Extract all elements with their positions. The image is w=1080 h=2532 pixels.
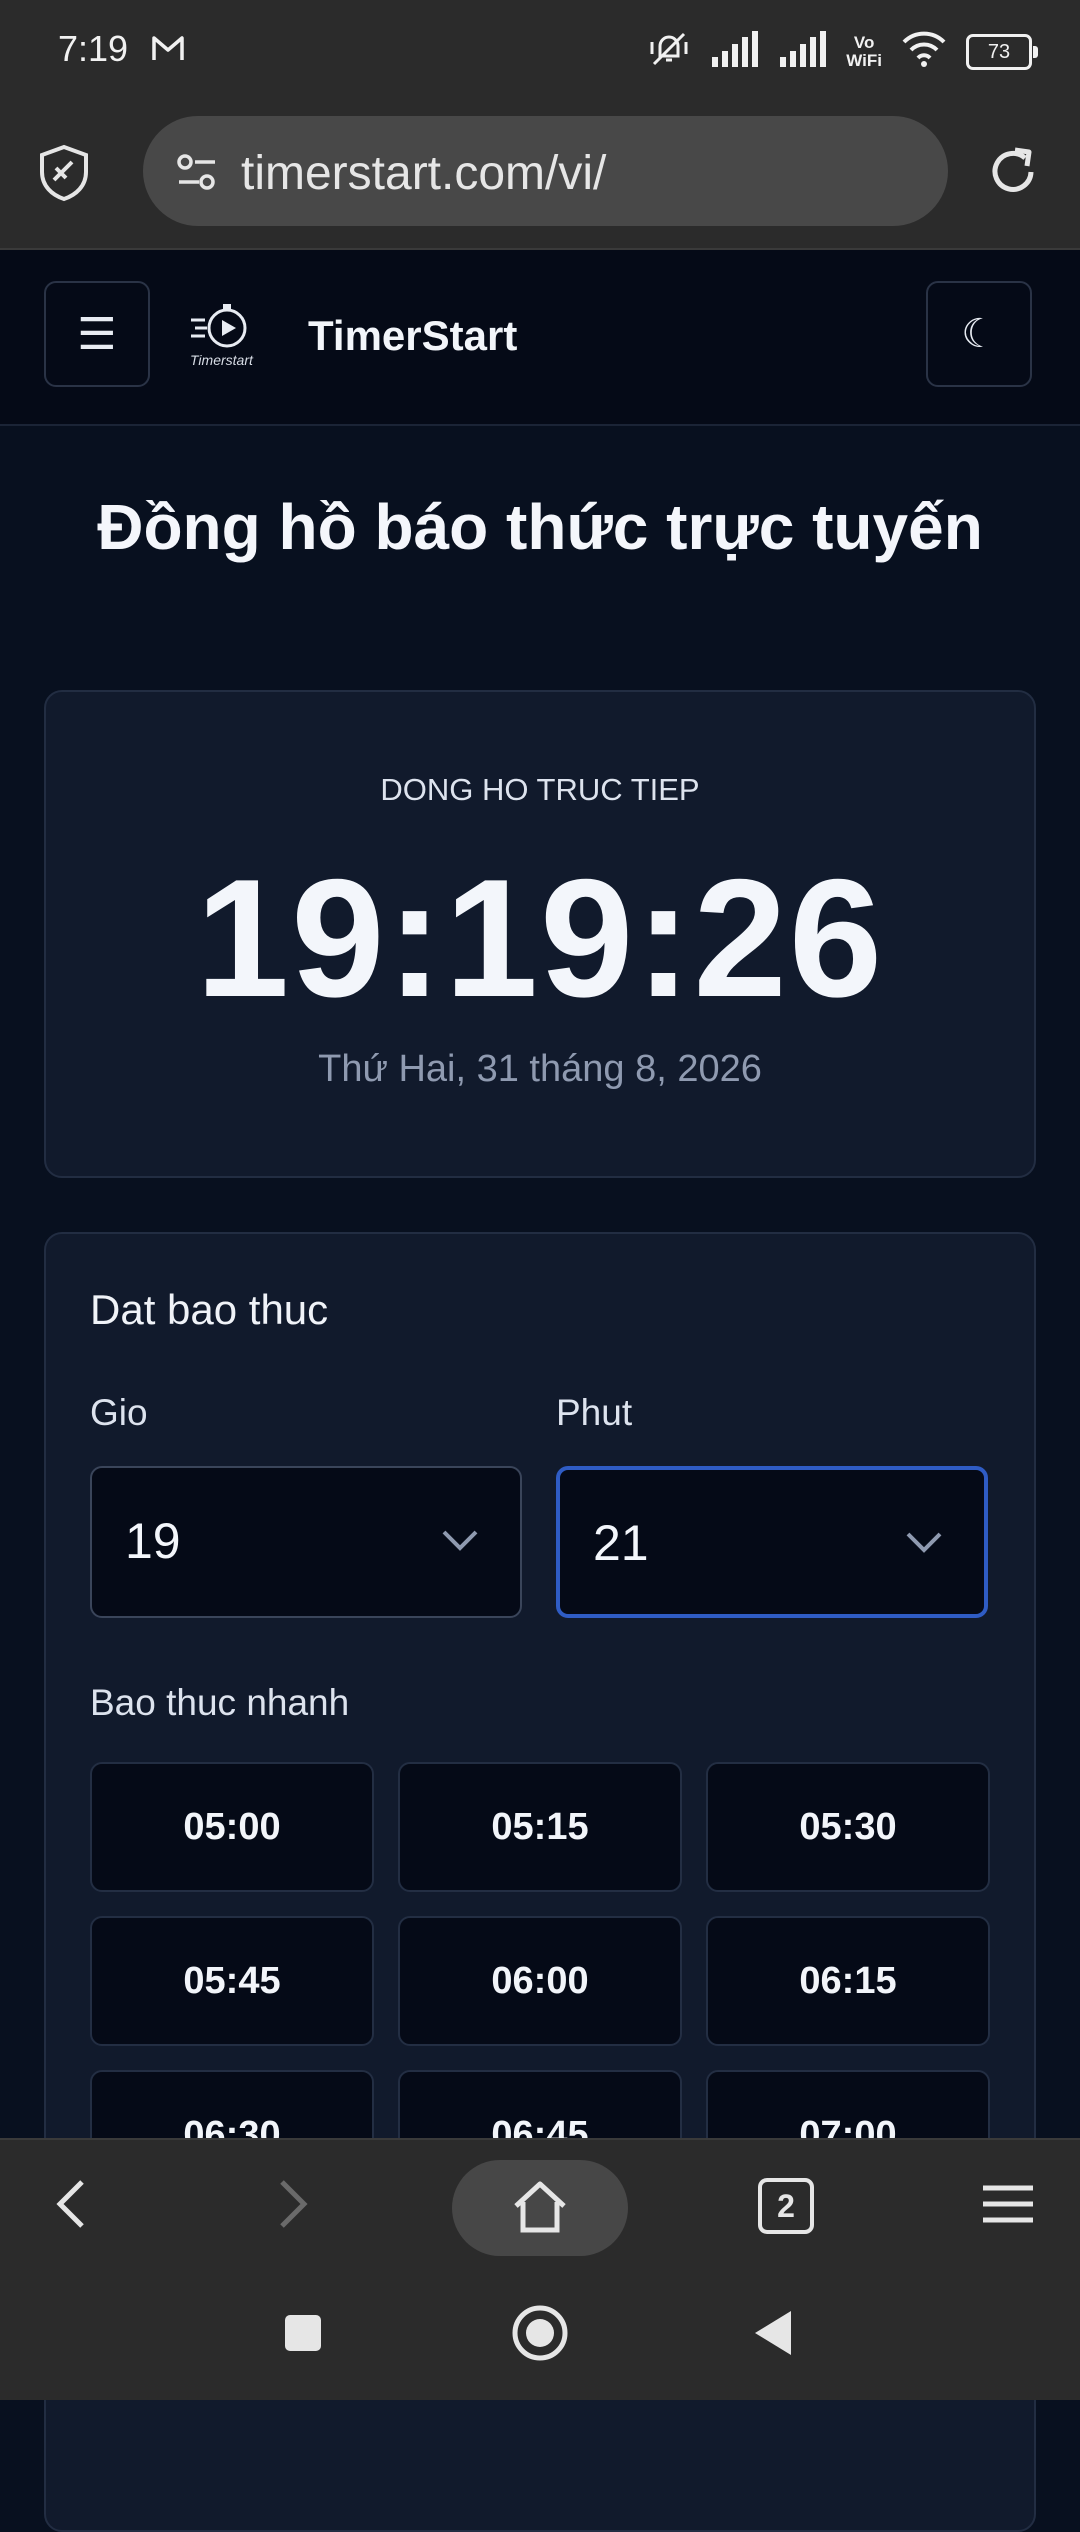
- square-icon: [283, 2313, 323, 2358]
- vowifi-bottom: WiFi: [846, 50, 882, 70]
- quick-alarm-button[interactable]: 05:00: [90, 1762, 374, 1892]
- circle-icon: [510, 2303, 570, 2368]
- minute-select-value: 21: [593, 1515, 649, 1571]
- wifi-icon: [900, 30, 948, 73]
- page-title: Đồng hồ báo thức trực tuyến: [97, 491, 983, 563]
- live-clock-date: Thứ Hai, 31 tháng 8, 2026: [318, 1048, 762, 1090]
- tabs-count-icon: 2: [758, 2178, 814, 2234]
- menu-button[interactable]: ☰: [44, 281, 150, 387]
- live-clock-time: 19:19:26: [195, 844, 885, 1032]
- minute-label: Phut: [556, 1392, 633, 1433]
- status-time: 7:19: [58, 28, 129, 69]
- forward-button[interactable]: [254, 2140, 334, 2272]
- signal-icon: [778, 29, 828, 74]
- live-clock-card: DONG HO TRUC TIEP 19:19:26 Thứ Hai, 31 t…: [44, 690, 1036, 1178]
- url-text[interactable]: timerstart.com/vi/: [241, 146, 606, 201]
- live-clock-label: DONG HO TRUC TIEP: [380, 772, 700, 807]
- tabs-button[interactable]: 2: [746, 2140, 826, 2272]
- minute-select[interactable]: 21: [556, 1466, 988, 1618]
- browser-menu-button[interactable]: [968, 2140, 1048, 2272]
- quick-alarm-grid: 05:00 05:15 05:30 05:45 06:00 06:15 06:3…: [90, 1762, 990, 2200]
- chevron-down-icon: [904, 1528, 944, 1561]
- browser-toolbar: timerstart.com/vi/: [0, 100, 1080, 250]
- home-button[interactable]: [452, 2160, 628, 2256]
- hour-label: Gio: [90, 1392, 148, 1433]
- logo-wordmark: Timerstart: [190, 352, 253, 368]
- quick-alarm-button[interactable]: 05:30: [706, 1762, 990, 1892]
- system-home-button[interactable]: [507, 2302, 573, 2368]
- quick-alarm-button[interactable]: 05:15: [398, 1762, 682, 1892]
- signal-icon: [710, 29, 760, 74]
- system-nav-bar: [0, 2270, 1080, 2400]
- chevron-right-icon: [274, 2176, 314, 2237]
- site-brand[interactable]: TimerStart: [308, 312, 517, 360]
- chevron-down-icon: [440, 1526, 480, 1559]
- recents-button[interactable]: [270, 2302, 336, 2368]
- reload-icon[interactable]: [985, 144, 1041, 205]
- shield-icon[interactable]: [38, 144, 90, 207]
- mute-vibrate-icon: [646, 26, 692, 77]
- hamburger-icon: ☰: [77, 309, 117, 359]
- chevron-left-icon: [50, 2176, 90, 2237]
- vowifi-indicator: Vo WiFi: [846, 32, 882, 70]
- status-bar: 7:19 Vo WiFi 73: [0, 0, 1080, 100]
- battery-icon: 73: [966, 33, 1038, 70]
- menu-icon: [981, 2184, 1035, 2229]
- quick-alarm-button[interactable]: 06:15: [706, 1916, 990, 2046]
- hour-select-value: 19: [125, 1513, 181, 1569]
- status-icons: Vo WiFi 73: [646, 26, 1038, 77]
- quick-alarm-title: Bao thuc nhanh: [90, 1682, 350, 1723]
- theme-toggle-button[interactable]: ☾: [926, 281, 1032, 387]
- quick-alarm-button[interactable]: 06:00: [398, 1916, 682, 2046]
- site-header: ☰ Timerstart TimerStart ☾: [0, 250, 1080, 426]
- system-back-button[interactable]: [740, 2302, 806, 2368]
- back-button[interactable]: [30, 2140, 110, 2272]
- quick-alarm-button[interactable]: 05:45: [90, 1916, 374, 2046]
- hour-select[interactable]: 19: [90, 1466, 522, 1618]
- moon-icon: ☾: [961, 312, 997, 356]
- set-alarm-title: Dat bao thuc: [90, 1286, 329, 1333]
- gmail-icon: [150, 30, 186, 71]
- browser-bottom-bar: 2: [0, 2138, 1080, 2272]
- triangle-back-icon: [751, 2308, 795, 2363]
- address-bar[interactable]: timerstart.com/vi/: [143, 116, 948, 226]
- site-settings-icon[interactable]: [175, 152, 219, 197]
- home-icon: [510, 2178, 570, 2239]
- vowifi-top: Vo: [853, 32, 875, 52]
